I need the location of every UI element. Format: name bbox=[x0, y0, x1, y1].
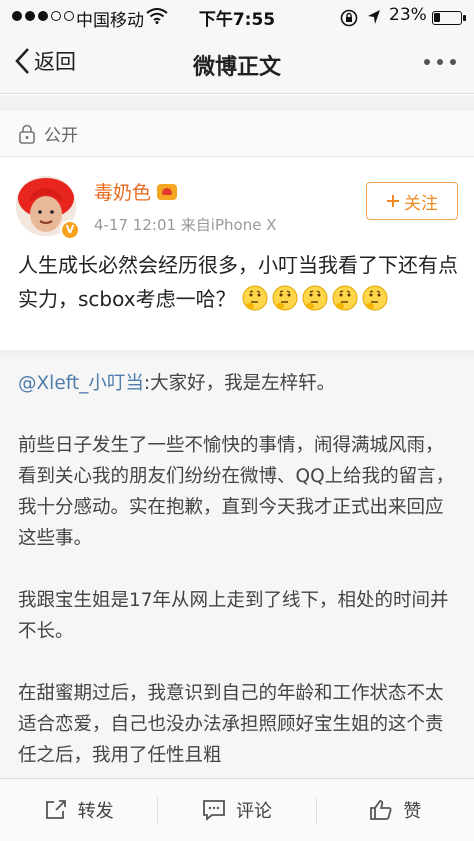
thinking-emoji-icon bbox=[302, 285, 328, 311]
page-title: 微博正文 bbox=[192, 55, 281, 80]
location-icon bbox=[367, 9, 381, 30]
repost-paragraph: 在甜蜜期过后，我意识到自己的年龄和工作状态不太适合恋爱，自己也没办法承担照顾好宝… bbox=[18, 683, 444, 766]
post-body: 人生成长必然会经历很多，小叮当我看了下还有点实力，scbox考虑一哈？ bbox=[18, 248, 458, 316]
nav-bar: 返回 微博正文 bbox=[0, 34, 474, 94]
battery-percent: 23% bbox=[389, 5, 427, 25]
follow-button[interactable]: 关注 bbox=[366, 182, 458, 220]
bottom-toolbar: 转发 评论 赞 bbox=[0, 778, 474, 841]
comment-label: 评论 bbox=[235, 801, 272, 822]
comment-button[interactable]: 评论 bbox=[158, 797, 315, 823]
comment-icon bbox=[203, 800, 225, 821]
author-name[interactable]: 毒奶色 bbox=[94, 178, 151, 205]
emoji-row bbox=[242, 285, 392, 311]
thinking-emoji-icon bbox=[332, 285, 358, 311]
separator bbox=[0, 350, 474, 358]
vip-icon bbox=[157, 183, 178, 200]
thinking-emoji-icon bbox=[362, 285, 388, 311]
lock-icon bbox=[19, 124, 35, 144]
author-header: V 毒奶色 4-17 12:01 来自iPhone X 关注 bbox=[16, 170, 458, 240]
reposted-content[interactable]: @Xleft_小叮当:大家好，我是左梓轩。 前些日子发生了一些不愉快的事情，闹得… bbox=[0, 358, 474, 778]
plus-icon bbox=[387, 195, 399, 207]
verified-icon: V bbox=[60, 220, 80, 240]
like-button[interactable]: 赞 bbox=[317, 797, 474, 823]
repost-paragraph: 前些日子发生了一些不愉快的事情，闹得满城风雨，看到关心我的朋友们纷纷在微博、QQ… bbox=[18, 435, 455, 549]
repost-button[interactable]: 转发 bbox=[0, 797, 157, 823]
like-label: 赞 bbox=[403, 801, 422, 822]
thinking-emoji-icon bbox=[272, 285, 298, 311]
separator bbox=[0, 95, 474, 111]
thinking-emoji-icon bbox=[242, 285, 268, 311]
repost-paragraph: 我跟宝生姐是17年从网上走到了线下，相处的时间并不长。 bbox=[18, 590, 449, 642]
follow-label: 关注 bbox=[404, 193, 438, 214]
share-icon bbox=[45, 800, 66, 819]
status-bar: 中国移动 下午7:55 23% bbox=[0, 0, 474, 34]
post-meta: 4-17 12:01 来自iPhone X bbox=[94, 216, 277, 234]
battery-fill bbox=[434, 13, 440, 22]
repost-label: 转发 bbox=[77, 801, 114, 822]
like-icon bbox=[370, 800, 392, 820]
visibility-label: 公开 bbox=[44, 126, 78, 146]
more-icon[interactable] bbox=[424, 59, 456, 65]
rotation-lock-icon bbox=[340, 9, 358, 32]
mention-link[interactable]: @Xleft_小叮当 bbox=[18, 373, 144, 394]
repost-paragraph: @Xleft_小叮当:大家好，我是左梓轩。 bbox=[18, 368, 456, 399]
post-text: 人生成长必然会经历很多，小叮当我看了下还有点实力，scbox考虑一哈？ bbox=[18, 253, 458, 311]
repost-first-line: :大家好，我是左梓轩。 bbox=[143, 373, 336, 394]
visibility-row: 公开 bbox=[0, 111, 474, 157]
battery-icon bbox=[432, 11, 466, 25]
